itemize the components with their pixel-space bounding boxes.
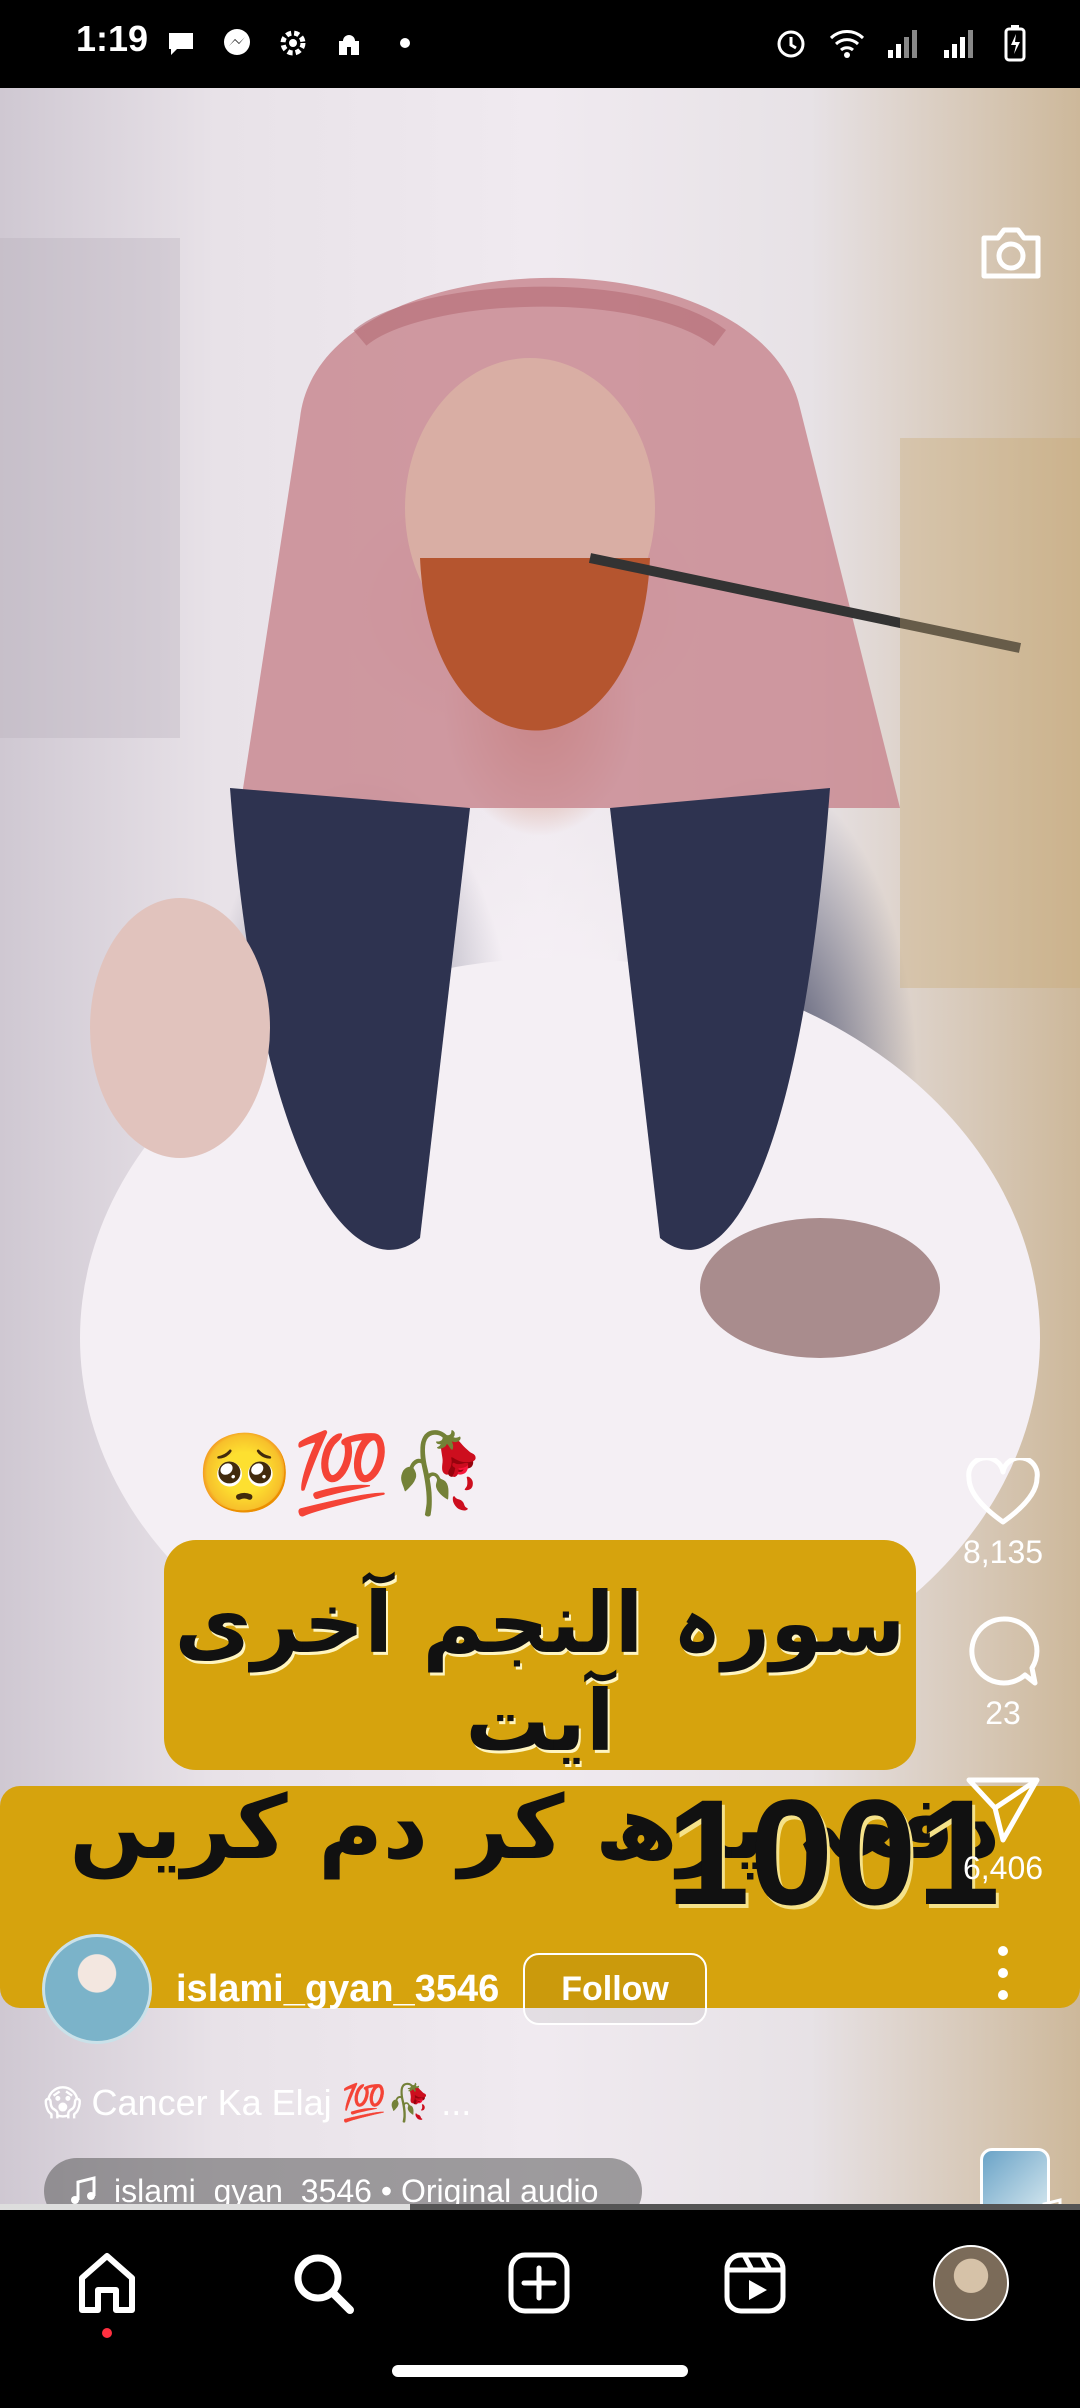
music-note-icon xyxy=(71,2176,96,2204)
profile-avatar xyxy=(933,2245,1009,2321)
reel-video[interactable]: 🥺💯🥀 سورہ النجم آخری آیت دفعہ پڑھ کر دم ک… xyxy=(0,88,1080,2208)
heart-icon xyxy=(966,1458,1040,1525)
overlay-emojis: 🥺💯🥀 xyxy=(196,1429,488,1517)
signal-icon xyxy=(884,24,922,62)
more-options-button[interactable] xyxy=(993,1943,1013,2003)
action-rail: 8,135 23 6,406 xyxy=(938,1458,1068,2003)
status-notification-icons xyxy=(162,24,424,62)
audio-label: islami_gyan_3546 • Original audio xyxy=(114,2172,599,2209)
status-bar: 1:19 xyxy=(0,0,1080,88)
messenger-icon xyxy=(218,24,256,62)
caption-emoji: 😱 xyxy=(44,2082,82,2123)
create-icon xyxy=(508,2252,570,2314)
author-row: islami_gyan_3546 Follow xyxy=(42,1934,707,2044)
status-system-icons xyxy=(772,24,1034,62)
overlay-text-card: سورہ النجم آخری آیت xyxy=(164,1540,916,1770)
chat-bubble-icon xyxy=(162,24,200,62)
settings-icon xyxy=(274,24,312,62)
share-count: 6,406 xyxy=(962,1850,1044,1886)
battery-charging-icon xyxy=(996,24,1034,62)
author-username[interactable]: islami_gyan_3546 xyxy=(176,1968,499,2011)
nav-profile[interactable] xyxy=(926,2238,1016,2328)
camera-button[interactable] xyxy=(976,216,1046,286)
audio-thumbnail[interactable] xyxy=(980,2148,1062,2208)
alarm-icon xyxy=(772,24,810,62)
overlay-text-line-1: سورہ النجم آخری آیت xyxy=(174,1574,906,1770)
notification-dot xyxy=(102,2328,112,2338)
comment-count: 23 xyxy=(985,1695,1021,1731)
like-button[interactable]: 8,135 xyxy=(963,1458,1043,1571)
audio-pill[interactable]: islami_gyan_3546 • Original audio xyxy=(44,2158,643,2209)
comment-icon xyxy=(969,1616,1040,1686)
like-count: 8,135 xyxy=(962,1534,1044,1570)
search-icon xyxy=(294,2254,354,2314)
reels-icon xyxy=(724,2252,786,2314)
nav-reels[interactable] xyxy=(710,2238,800,2328)
reel-caption[interactable]: 😱 Cancer Ka Elaj 💯🥀 ... xyxy=(44,2082,471,2124)
nav-home[interactable] xyxy=(62,2238,152,2338)
nav-search[interactable] xyxy=(278,2238,368,2328)
author-avatar[interactable] xyxy=(42,1934,152,2044)
home-icon xyxy=(79,2253,135,2313)
camera-icon xyxy=(981,227,1041,279)
dot-icon xyxy=(386,24,424,62)
home-indicator[interactable] xyxy=(392,2365,688,2377)
signal-icon xyxy=(940,24,978,62)
nav-create[interactable] xyxy=(494,2238,584,2328)
caption-text: Cancer Ka Elaj 💯🥀 ... xyxy=(91,2082,472,2123)
send-icon xyxy=(966,1777,1040,1843)
share-button[interactable]: 6,406 xyxy=(963,1774,1043,1887)
bottom-navigation xyxy=(0,2210,1080,2408)
wifi-icon xyxy=(828,24,866,62)
more-vertical-icon xyxy=(998,1946,1008,2000)
status-time: 1:19 xyxy=(76,18,149,59)
mosque-icon xyxy=(330,24,368,62)
comment-button[interactable]: 23 xyxy=(965,1613,1041,1732)
follow-button[interactable]: Follow xyxy=(523,1953,707,2025)
